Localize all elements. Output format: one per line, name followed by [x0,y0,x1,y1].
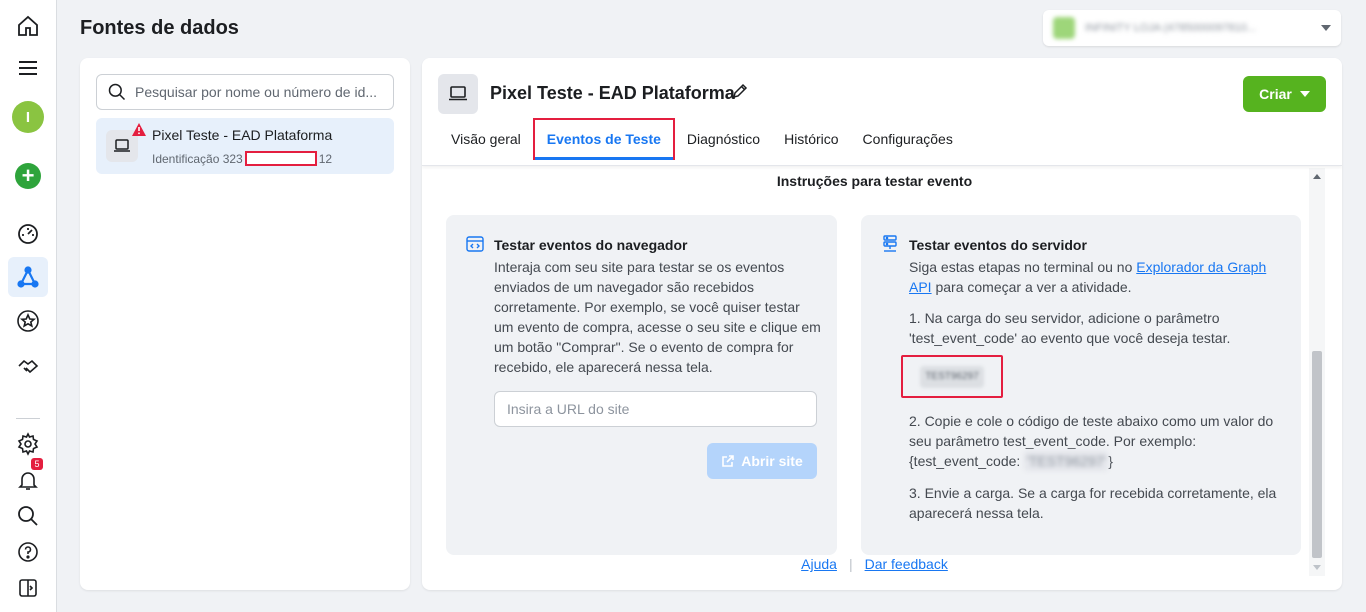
intro-text-end: para começar a ver a atividade. [931,279,1132,295]
step-2-text: 2. Copie e cole o código de teste abaixo… [909,413,1274,449]
warning-icon [132,123,146,136]
example-code: 'TEST96297' [1024,451,1109,471]
menu-icon[interactable] [8,48,48,88]
server-step-2: 2. Copie e cole o código de teste abaixo… [909,411,1279,471]
help-link[interactable]: Ajuda [801,556,837,572]
chevron-down-icon [1299,91,1310,97]
notifications-count-badge: 5 [31,458,43,470]
open-site-button[interactable]: Abrir site [707,443,817,479]
create-button[interactable]: Criar [1243,76,1326,112]
search-icon[interactable] [8,496,48,536]
server-events-card: Testar eventos do servidor Siga estas et… [861,215,1301,555]
datasource-id-suffix: 12 [318,152,333,166]
page-title: Fontes de dados [80,17,239,39]
scroll-up-icon[interactable] [1313,174,1321,179]
content-scrollbar[interactable] [1309,168,1325,576]
example-suffix: } [1108,453,1113,469]
redaction-box [244,151,317,166]
datasource-id-prefix: Identificação 323 [152,152,243,166]
datasource-list-item[interactable]: Pixel Teste - EAD Plataforma Identificaç… [96,118,394,174]
datasource-id: Identificação 323 12 [152,151,332,166]
intro-text: Siga estas etapas no terminal ou no [909,259,1137,275]
server-card-intro: Siga estas etapas no terminal ou no Expl… [909,257,1279,297]
account-logo [1053,17,1075,39]
panel-toggle-icon[interactable] [8,568,48,608]
scrollbar-thumb[interactable] [1312,351,1322,558]
site-url-input[interactable] [494,391,817,427]
tab-overview[interactable]: Visão geral [439,118,533,162]
scroll-down-icon[interactable] [1313,565,1321,570]
external-link-icon [722,455,735,467]
browser-events-card: Testar eventos do navegador Interaja com… [446,215,837,555]
left-rail: I + 5 [0,0,57,612]
search-box[interactable] [96,74,394,110]
pencil-icon[interactable] [731,82,749,100]
pixel-tabs: Visão geral Eventos de Teste Diagnóstico… [439,118,965,162]
notifications-icon[interactable]: 5 [8,458,48,500]
help-icon[interactable] [8,532,48,572]
feedback-link[interactable]: Dar feedback [865,556,948,572]
server-card-title: Testar eventos do servidor [909,237,1087,253]
create-button-label: Criar [1259,86,1292,102]
search-icon [108,83,126,101]
create-icon[interactable]: + [8,156,48,196]
handshake-icon[interactable] [8,346,48,386]
footer-separator: | [848,556,853,572]
account-name: INFINITY LOJA (4785000097810... [1085,22,1257,34]
example-prefix: {test_event_code: [909,453,1025,469]
rail-divider [16,418,40,419]
tab-history[interactable]: Histórico [772,118,850,162]
pixel-title: Pixel Teste - EAD Plataforma [490,83,735,103]
tab-diagnostics[interactable]: Diagnóstico [675,118,772,162]
chevron-down-icon [1321,25,1331,31]
avatar: I [12,101,44,133]
open-site-label: Abrir site [741,453,803,469]
datasource-name: Pixel Teste - EAD Plataforma [152,127,333,143]
account-selector[interactable]: INFINITY LOJA (4785000097810... [1043,10,1341,46]
pixel-details-panel: Pixel Teste - EAD Plataforma Criar Visão… [422,58,1342,590]
browser-card-text: Interaja com seu site para testar se os … [494,259,821,375]
section-title: Instruções para testar evento [776,173,973,189]
server-step-3: 3. Envie a carga. Se a carga for recebid… [909,485,1277,521]
footer-links: Ajuda | Dar feedback [422,556,1327,572]
test-code-highlight: TEST96297 [901,355,1003,398]
events-manager-icon[interactable] [8,257,48,297]
datasource-list-panel: Pixel Teste - EAD Plataforma Identificaç… [80,58,410,590]
home-icon[interactable] [8,6,48,46]
tab-test-events[interactable]: Eventos de Teste [532,118,675,160]
server-step-1: 1. Na carga do seu servidor, adicione o … [909,310,1231,346]
browser-card-title: Testar eventos do navegador [494,237,688,253]
dashboard-icon[interactable] [8,214,48,254]
pixel-header: Pixel Teste - EAD Plataforma Criar Visão… [422,58,1342,166]
test-event-code[interactable]: TEST96297 [920,365,984,388]
account-avatar[interactable]: I [8,97,48,137]
datasource-search-input[interactable] [135,84,383,100]
laptop-icon [438,74,478,114]
server-icon [883,235,897,252]
code-window-icon [466,236,484,252]
tab-settings[interactable]: Configurações [851,118,965,162]
star-icon[interactable] [8,301,48,341]
